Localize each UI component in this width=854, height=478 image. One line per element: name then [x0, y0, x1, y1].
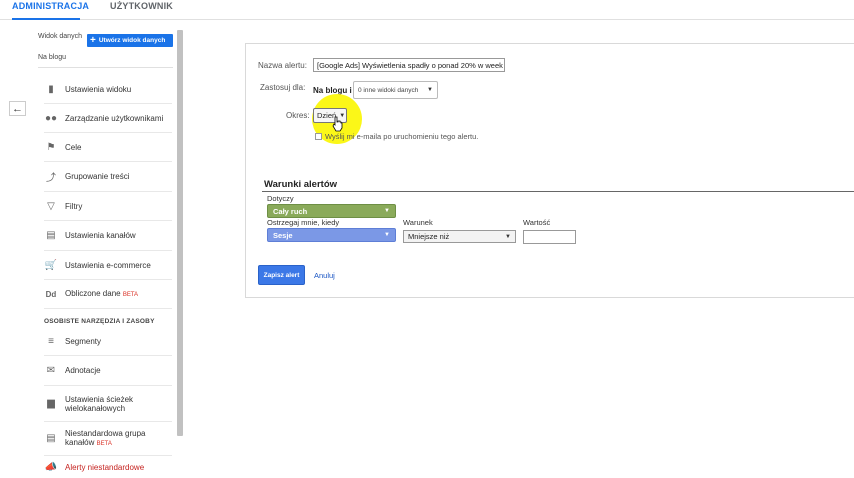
annotation-icon: ✉ — [46, 365, 56, 376]
period-label: Okres: — [286, 111, 310, 120]
alert-name-input[interactable]: [Google Ads] Wyświetlenia spadły o ponad… — [313, 58, 505, 72]
chevron-down-icon: ▼ — [384, 232, 390, 238]
section-title-personal-tools: OSOBISTE NARZĘDZIA I ZASOBY — [44, 318, 155, 325]
condition-dropdown[interactable]: Mniejsze niż ▼ — [403, 230, 516, 243]
sidebar-item-label: Segmenty — [65, 336, 102, 346]
chevron-down-icon: ▼ — [427, 87, 433, 93]
sidebar-item-custom-channel-group[interactable]: ▤ Niestandardowa grupa kanałów BETA — [44, 422, 172, 456]
sidebar-item-label: Filtry — [65, 201, 83, 211]
tab-user[interactable]: UŻYTKOWNIK — [110, 0, 173, 20]
condition-label: Warunek — [403, 218, 433, 227]
sidebar-item-view-settings[interactable]: ▮ Ustawienia widoku — [44, 75, 172, 104]
cancel-link[interactable]: Anuluj — [314, 271, 335, 280]
sidebar-item-label: Adnotacje — [65, 366, 101, 375]
chevron-down-icon: ▼ — [505, 233, 511, 240]
sidebar-item-label: Ustawienia widoku — [65, 84, 132, 94]
channel-settings-icon: ▤ — [46, 230, 56, 241]
warn-label: Ostrzegaj mnie, kiedy — [267, 218, 340, 227]
filter-icon: ▽ — [47, 200, 55, 212]
applies-dropdown[interactable]: Cały ruch ▼ — [267, 204, 396, 218]
beta-badge: BETA — [96, 440, 112, 447]
sidebar-item-user-management[interactable]: ●● Zarządzanie użytkownikami — [44, 104, 172, 133]
sidebar-item-ecommerce[interactable]: 🛒 Ustawienia e-commerce — [44, 251, 172, 280]
users-icon: ●● — [44, 112, 58, 124]
apply-to-label: Zastosuj dla: — [260, 83, 306, 92]
alert-name-label: Nazwa alertu: — [258, 61, 307, 70]
sidebar-item-annotations[interactable]: ✉ Adnotacje — [44, 356, 172, 386]
alert-form-panel — [245, 43, 854, 298]
sidebar-item-label: Zarządzanie użytkownikami — [65, 113, 164, 123]
sidebar-item-custom-alerts[interactable]: 📣 Alerty niestandardowe — [44, 457, 172, 478]
email-checkbox[interactable] — [315, 133, 322, 140]
sidebar-item-content-grouping[interactable]: ⤴ Grupowanie treści — [44, 162, 172, 192]
back-arrow-icon[interactable]: ← — [9, 101, 26, 116]
sidebar-item-multichannel-settings[interactable]: ▆ Ustawienia ścieżek wielokanałowych — [44, 386, 172, 422]
other-views-dropdown[interactable]: 0 inne widoki danych ▼ — [353, 81, 438, 99]
plus-icon: + — [90, 34, 96, 46]
view-label: Widok danych — [38, 33, 82, 40]
sidebar-item-filters[interactable]: ▽ Filtry — [44, 192, 172, 221]
tab-administration[interactable]: ADMINISTRACJA — [12, 0, 89, 20]
cart-icon: 🛒 — [44, 259, 58, 271]
view-selector[interactable]: Na blogu — [38, 54, 173, 68]
sidebar-item-label: Cele — [65, 142, 82, 152]
sidebar-item-label-wrap: Obliczone dane BETA — [65, 289, 138, 300]
sidebar-item-segments[interactable]: ≡ Segmenty — [44, 327, 172, 356]
hand-cursor-icon — [332, 116, 343, 132]
save-alert-button[interactable]: Zapisz alert — [258, 265, 305, 285]
top-navigation: ADMINISTRACJA UŻYTKOWNIK — [0, 0, 854, 20]
sidebar-item-goals[interactable]: ⚑ Cele — [44, 133, 172, 162]
left-column: ← — [0, 20, 36, 478]
sidebar-item-label: Obliczone dane — [65, 288, 121, 298]
metric-dropdown[interactable]: Sesje ▼ — [267, 228, 396, 242]
channel-group-icon: ▤ — [46, 433, 56, 444]
flag-icon: ⚑ — [46, 141, 56, 153]
megaphone-icon: 📣 — [44, 462, 58, 473]
sidebar-item-label-wrap: Niestandardowa grupa kanałów BETA — [65, 429, 155, 449]
create-view-label: Utwórz widok danych — [98, 37, 166, 44]
chevron-down-icon: ▼ — [384, 208, 390, 214]
email-label: Wyślij mi e-maila po uruchomieniu tego a… — [325, 132, 479, 141]
sidebar-item-label: Alerty niestandardowe — [65, 463, 145, 472]
applies-label: Dotyczy — [267, 194, 294, 203]
create-view-button[interactable]: + Utwórz widok danych — [87, 34, 173, 47]
conditions-divider — [262, 191, 854, 192]
conditions-title: Warunki alertów — [264, 179, 338, 190]
document-icon: ▮ — [48, 83, 54, 95]
sidebar-item-label: Ustawienia kanałów — [65, 231, 136, 240]
sidebar-item-label: Ustawienia ścieżek wielokanałowych — [65, 394, 134, 413]
dd-icon: Dd — [45, 289, 57, 299]
other-views-value: 0 inne widoki danych — [358, 86, 419, 94]
sidebar-item-label: Grupowanie treści — [65, 172, 130, 181]
beta-badge: BETA — [122, 291, 139, 298]
value-label: Wartość — [523, 218, 551, 227]
sidebar-item-calculated-metrics[interactable]: Dd Obliczone dane BETA — [44, 280, 172, 309]
bar-chart-icon: ▆ — [47, 398, 55, 409]
content-grouping-icon: ⤴ — [46, 173, 56, 184]
condition-value: Mniejsze niż — [408, 232, 450, 241]
sidebar-item-label: Ustawienia e-commerce — [65, 260, 151, 270]
value-input[interactable] — [523, 230, 576, 244]
applies-value: Cały ruch — [273, 206, 308, 216]
sidebar-scrollbar[interactable] — [177, 30, 183, 436]
segments-icon: ≡ — [48, 335, 54, 347]
sidebar-item-channel-settings[interactable]: ▤ Ustawienia kanałów — [44, 221, 172, 251]
metric-value: Sesje — [273, 230, 293, 240]
